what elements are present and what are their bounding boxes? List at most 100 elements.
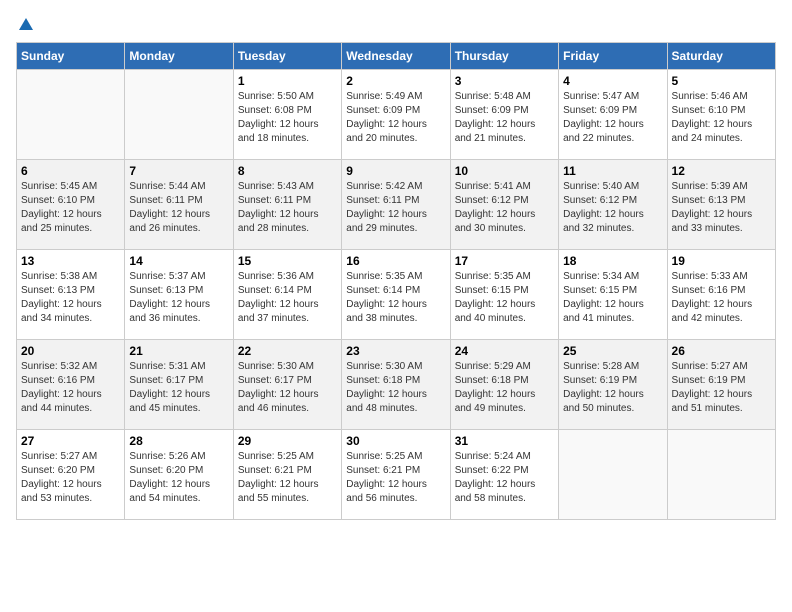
day-number: 31	[455, 434, 554, 448]
day-number: 17	[455, 254, 554, 268]
calendar-cell: 2 Sunrise: 5:49 AM Sunset: 6:09 PM Daylig…	[342, 70, 450, 160]
calendar-cell	[125, 70, 233, 160]
logo-icon	[17, 16, 35, 34]
day-number: 20	[21, 344, 120, 358]
calendar-cell: 26 Sunrise: 5:27 AM Sunset: 6:19 PM Dayli…	[667, 340, 775, 430]
day-header-saturday: Saturday	[667, 43, 775, 70]
day-number: 13	[21, 254, 120, 268]
day-info: Sunrise: 5:28 AM Sunset: 6:19 PM Dayligh…	[563, 360, 662, 416]
day-number: 10	[455, 164, 554, 178]
day-number: 30	[346, 434, 445, 448]
calendar-header-row: SundayMondayTuesdayWednesdayThursdayFrid…	[17, 43, 776, 70]
day-number: 28	[129, 434, 228, 448]
day-info: Sunrise: 5:48 AM Sunset: 6:09 PM Dayligh…	[455, 90, 554, 146]
day-number: 2	[346, 74, 445, 88]
day-info: Sunrise: 5:49 AM Sunset: 6:09 PM Dayligh…	[346, 90, 445, 146]
calendar-cell: 19 Sunrise: 5:33 AM Sunset: 6:16 PM Dayli…	[667, 250, 775, 340]
calendar-cell: 27 Sunrise: 5:27 AM Sunset: 6:20 PM Dayli…	[17, 430, 125, 520]
calendar-table: SundayMondayTuesdayWednesdayThursdayFrid…	[16, 42, 776, 520]
day-number: 7	[129, 164, 228, 178]
day-header-tuesday: Tuesday	[233, 43, 341, 70]
calendar-cell: 18Sunrise: 5:34 AM Sunset: 6:15 PM Dayli…	[559, 250, 667, 340]
day-number: 23	[346, 344, 445, 358]
calendar-cell: 14 Sunrise: 5:37 AM Sunset: 6:13 PM Dayli…	[125, 250, 233, 340]
calendar-cell: 24 Sunrise: 5:29 AM Sunset: 6:18 PM Dayli…	[450, 340, 558, 430]
day-info: Sunrise: 5:39 AM Sunset: 6:13 PM Dayligh…	[672, 180, 771, 236]
day-info: Sunrise: 5:26 AM Sunset: 6:20 PM Dayligh…	[129, 450, 228, 506]
day-info: Sunrise: 5:40 AM Sunset: 6:12 PM Dayligh…	[563, 180, 662, 236]
day-number: 16	[346, 254, 445, 268]
calendar-cell: 8 Sunrise: 5:43 AM Sunset: 6:11 PM Daylig…	[233, 160, 341, 250]
day-info: Sunrise: 5:25 AM Sunset: 6:21 PM Dayligh…	[346, 450, 445, 506]
day-info: Sunrise: 5:45 AM Sunset: 6:10 PM Dayligh…	[21, 180, 120, 236]
day-info: Sunrise: 5:36 AM Sunset: 6:14 PM Dayligh…	[238, 270, 337, 326]
calendar-week-row: 13Sunrise: 5:38 AM Sunset: 6:13 PM Dayli…	[17, 250, 776, 340]
day-info: Sunrise: 5:47 AM Sunset: 6:09 PM Dayligh…	[563, 90, 662, 146]
calendar-cell: 25 Sunrise: 5:28 AM Sunset: 6:19 PM Dayli…	[559, 340, 667, 430]
calendar-cell	[559, 430, 667, 520]
day-number: 3	[455, 74, 554, 88]
day-info: Sunrise: 5:24 AM Sunset: 6:22 PM Dayligh…	[455, 450, 554, 506]
day-info: Sunrise: 5:37 AM Sunset: 6:13 PM Dayligh…	[129, 270, 228, 326]
day-info: Sunrise: 5:32 AM Sunset: 6:16 PM Dayligh…	[21, 360, 120, 416]
day-info: Sunrise: 5:46 AM Sunset: 6:10 PM Dayligh…	[672, 90, 771, 146]
calendar-cell: 7 Sunrise: 5:44 AM Sunset: 6:11 PM Daylig…	[125, 160, 233, 250]
calendar-cell: 10 Sunrise: 5:41 AM Sunset: 6:12 PM Dayli…	[450, 160, 558, 250]
day-info: Sunrise: 5:35 AM Sunset: 6:15 PM Dayligh…	[455, 270, 554, 326]
calendar-cell: 5 Sunrise: 5:46 AM Sunset: 6:10 PM Daylig…	[667, 70, 775, 160]
day-number: 4	[563, 74, 662, 88]
day-info: Sunrise: 5:41 AM Sunset: 6:12 PM Dayligh…	[455, 180, 554, 236]
calendar-cell	[17, 70, 125, 160]
day-number: 6	[21, 164, 120, 178]
day-number: 1	[238, 74, 337, 88]
calendar-cell: 15Sunrise: 5:36 AM Sunset: 6:14 PM Dayli…	[233, 250, 341, 340]
day-info: Sunrise: 5:44 AM Sunset: 6:11 PM Dayligh…	[129, 180, 228, 236]
calendar-cell: 13Sunrise: 5:38 AM Sunset: 6:13 PM Dayli…	[17, 250, 125, 340]
day-info: Sunrise: 5:30 AM Sunset: 6:18 PM Dayligh…	[346, 360, 445, 416]
page-header	[16, 16, 776, 30]
logo	[16, 16, 36, 30]
day-info: Sunrise: 5:27 AM Sunset: 6:19 PM Dayligh…	[672, 360, 771, 416]
calendar-cell: 1 Sunrise: 5:50 AM Sunset: 6:08 PM Daylig…	[233, 70, 341, 160]
day-info: Sunrise: 5:30 AM Sunset: 6:17 PM Dayligh…	[238, 360, 337, 416]
day-info: Sunrise: 5:27 AM Sunset: 6:20 PM Dayligh…	[21, 450, 120, 506]
calendar-cell: 6 Sunrise: 5:45 AM Sunset: 6:10 PM Daylig…	[17, 160, 125, 250]
day-number: 12	[672, 164, 771, 178]
day-number: 22	[238, 344, 337, 358]
day-info: Sunrise: 5:35 AM Sunset: 6:14 PM Dayligh…	[346, 270, 445, 326]
day-info: Sunrise: 5:34 AM Sunset: 6:15 PM Dayligh…	[563, 270, 662, 326]
calendar-cell: 16 Sunrise: 5:35 AM Sunset: 6:14 PM Dayli…	[342, 250, 450, 340]
calendar-cell: 30 Sunrise: 5:25 AM Sunset: 6:21 PM Dayli…	[342, 430, 450, 520]
calendar-cell: 4 Sunrise: 5:47 AM Sunset: 6:09 PM Daylig…	[559, 70, 667, 160]
day-number: 11	[563, 164, 662, 178]
day-number: 25	[563, 344, 662, 358]
day-header-thursday: Thursday	[450, 43, 558, 70]
day-info: Sunrise: 5:31 AM Sunset: 6:17 PM Dayligh…	[129, 360, 228, 416]
day-header-monday: Monday	[125, 43, 233, 70]
calendar-cell: 22 Sunrise: 5:30 AM Sunset: 6:17 PM Dayli…	[233, 340, 341, 430]
day-info: Sunrise: 5:33 AM Sunset: 6:16 PM Dayligh…	[672, 270, 771, 326]
calendar-cell: 11 Sunrise: 5:40 AM Sunset: 6:12 PM Dayli…	[559, 160, 667, 250]
day-number: 19	[672, 254, 771, 268]
day-header-wednesday: Wednesday	[342, 43, 450, 70]
calendar-cell	[667, 430, 775, 520]
calendar-week-row: 6 Sunrise: 5:45 AM Sunset: 6:10 PM Daylig…	[17, 160, 776, 250]
calendar-cell: 17 Sunrise: 5:35 AM Sunset: 6:15 PM Dayli…	[450, 250, 558, 340]
calendar-cell: 31 Sunrise: 5:24 AM Sunset: 6:22 PM Dayli…	[450, 430, 558, 520]
day-info: Sunrise: 5:50 AM Sunset: 6:08 PM Dayligh…	[238, 90, 337, 146]
day-number: 21	[129, 344, 228, 358]
day-info: Sunrise: 5:42 AM Sunset: 6:11 PM Dayligh…	[346, 180, 445, 236]
calendar-cell: 20 Sunrise: 5:32 AM Sunset: 6:16 PM Dayli…	[17, 340, 125, 430]
day-number: 8	[238, 164, 337, 178]
day-number: 27	[21, 434, 120, 448]
day-number: 24	[455, 344, 554, 358]
day-number: 29	[238, 434, 337, 448]
day-number: 5	[672, 74, 771, 88]
day-info: Sunrise: 5:29 AM Sunset: 6:18 PM Dayligh…	[455, 360, 554, 416]
calendar-cell: 12 Sunrise: 5:39 AM Sunset: 6:13 PM Dayli…	[667, 160, 775, 250]
day-info: Sunrise: 5:43 AM Sunset: 6:11 PM Dayligh…	[238, 180, 337, 236]
calendar-cell: 29Sunrise: 5:25 AM Sunset: 6:21 PM Dayli…	[233, 430, 341, 520]
day-number: 14	[129, 254, 228, 268]
day-number: 26	[672, 344, 771, 358]
calendar-cell: 21 Sunrise: 5:31 AM Sunset: 6:17 PM Dayli…	[125, 340, 233, 430]
